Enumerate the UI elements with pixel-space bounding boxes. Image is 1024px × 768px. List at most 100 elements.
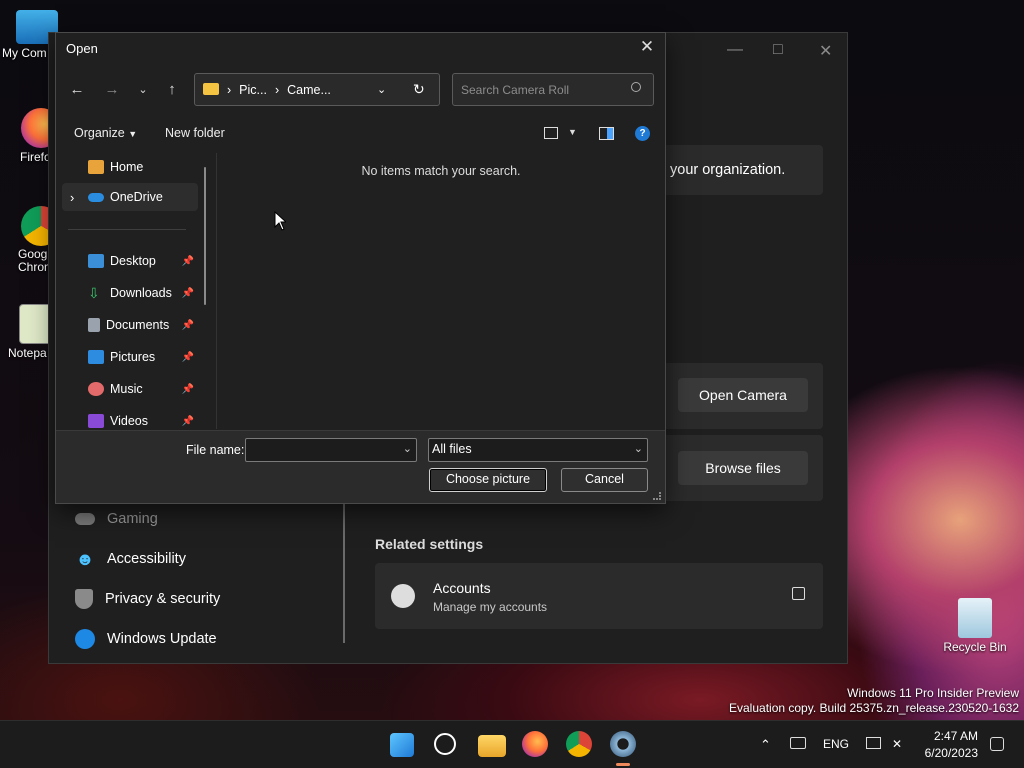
- refresh-icon[interactable]: ↻: [413, 81, 425, 98]
- chevron-right-icon[interactable]: ›: [70, 190, 74, 205]
- desktop-icon-label: Goog Chron: [18, 247, 51, 274]
- accounts-title: Accounts: [433, 580, 491, 596]
- pin-icon[interactable]: 📌: [182, 384, 194, 395]
- pin-icon[interactable]: 📌: [182, 288, 194, 299]
- clock-time[interactable]: 2:47 AM: [930, 729, 978, 743]
- search-icon[interactable]: [434, 733, 456, 755]
- pin-icon[interactable]: 📌: [182, 352, 194, 363]
- nav-item-label: Privacy & security: [105, 591, 221, 607]
- organize-button[interactable]: Organize ▼: [74, 126, 137, 140]
- volume-muted-icon[interactable]: ✕: [892, 737, 902, 751]
- empty-message: No items match your search.: [361, 164, 521, 178]
- cloud-icon: [88, 192, 104, 202]
- pin-icon[interactable]: 📌: [182, 320, 194, 331]
- notification-icon[interactable]: [990, 737, 1004, 751]
- nav-scrollbar[interactable]: [204, 167, 206, 305]
- search-icon: [631, 82, 641, 92]
- tree-item-onedrive[interactable]: › OneDrive: [62, 183, 198, 211]
- search-input[interactable]: Search Camera Roll: [452, 73, 654, 106]
- dialog-footer: File name: ⌄ All files ⌄ Choose picture …: [56, 430, 665, 503]
- pin-icon[interactable]: 📌: [182, 256, 194, 267]
- close-icon[interactable]: ✕: [637, 37, 657, 59]
- file-explorer-icon[interactable]: [478, 735, 506, 757]
- nav-item-accessibility[interactable]: ☻ Accessibility: [75, 549, 186, 569]
- maximize-icon[interactable]: □: [773, 41, 783, 59]
- navigation-pane: Home › OneDrive Desktop 📌 ⇩ Downloads 📌 …: [56, 153, 206, 429]
- taskbar: ⌃ ENG ✕ 2:47 AM 6/20/2023: [0, 720, 1024, 768]
- dialog-title: Open: [66, 41, 98, 56]
- browse-files-button[interactable]: Browse files: [678, 451, 808, 485]
- settings-icon[interactable]: [610, 731, 636, 757]
- tree-item-home[interactable]: Home: [62, 153, 198, 181]
- open-camera-button[interactable]: Open Camera: [678, 378, 808, 412]
- nav-item-gaming[interactable]: Gaming: [75, 511, 158, 527]
- network-icon[interactable]: [790, 737, 806, 749]
- tree-item-desktop[interactable]: Desktop 📌: [62, 247, 198, 275]
- clock-date[interactable]: 6/20/2023: [918, 746, 978, 760]
- accessibility-icon: ☻: [75, 549, 95, 569]
- pictures-icon: [88, 350, 104, 364]
- video-icon: [88, 414, 104, 428]
- tree-item-label: Videos: [110, 414, 148, 428]
- new-folder-button[interactable]: New folder: [165, 126, 225, 140]
- tree-item-documents[interactable]: Documents 📌: [62, 311, 198, 339]
- related-settings-heading: Related settings: [375, 536, 484, 552]
- shield-icon: [75, 589, 93, 609]
- minimize-icon[interactable]: —: [727, 41, 743, 59]
- desktop-icon-recycle-bin[interactable]: Recycle Bin: [940, 598, 1010, 654]
- choose-picture-button[interactable]: Choose picture: [429, 468, 547, 492]
- pane-splitter[interactable]: [216, 153, 217, 429]
- chevron-down-icon[interactable]: ⌄: [377, 83, 386, 96]
- document-icon: [88, 318, 100, 332]
- nav-item-label: Windows Update: [107, 631, 217, 647]
- forward-arrow-icon[interactable]: →: [101, 79, 123, 101]
- preview-pane-icon[interactable]: [599, 127, 614, 140]
- tree-separator: [68, 229, 186, 230]
- chevron-down-icon[interactable]: ⌄: [132, 79, 154, 101]
- language-indicator[interactable]: ENG: [823, 737, 849, 751]
- tree-item-label: Home: [110, 160, 144, 174]
- tree-item-label: OneDrive: [110, 190, 163, 204]
- accounts-card[interactable]: Accounts Manage my accounts: [375, 563, 823, 629]
- help-icon[interactable]: ?: [635, 126, 650, 141]
- nav-item-privacy[interactable]: Privacy & security: [75, 589, 220, 609]
- search-placeholder: Search Camera Roll: [461, 83, 570, 97]
- tree-item-pictures[interactable]: Pictures 📌: [62, 343, 198, 371]
- breadcrumb-item[interactable]: Came...: [287, 83, 331, 97]
- folder-icon: [203, 82, 219, 95]
- mouse-cursor-icon: [274, 211, 286, 231]
- chevron-down-icon: ▼: [128, 129, 138, 139]
- display-icon[interactable]: [866, 737, 881, 749]
- tree-item-music[interactable]: Music 📌: [62, 375, 198, 403]
- resize-grip-icon[interactable]: [653, 492, 661, 500]
- cancel-button[interactable]: Cancel: [561, 468, 648, 492]
- chevron-down-icon[interactable]: ▼: [568, 127, 577, 137]
- file-type-select[interactable]: All files ⌄: [428, 438, 648, 462]
- person-icon: [391, 584, 415, 608]
- organize-label: Organize: [74, 126, 125, 140]
- view-icon[interactable]: [544, 127, 558, 139]
- file-name-label: File name:: [186, 443, 245, 457]
- start-icon[interactable]: [390, 733, 414, 757]
- file-name-input[interactable]: ⌄: [245, 438, 417, 462]
- nav-item-label: Gaming: [107, 511, 158, 527]
- active-app-indicator: [616, 763, 630, 766]
- watermark-line-1: Windows 11 Pro Insider Preview: [847, 686, 1019, 700]
- chrome-icon[interactable]: [566, 731, 592, 757]
- file-type-value: All files: [432, 442, 472, 456]
- close-icon[interactable]: ✕: [819, 41, 832, 61]
- nav-item-windows-update[interactable]: Windows Update: [75, 629, 217, 649]
- tree-item-downloads[interactable]: ⇩ Downloads 📌: [62, 279, 198, 307]
- breadcrumb-item[interactable]: Pic...: [239, 83, 267, 97]
- chevron-down-icon[interactable]: ⌄: [403, 442, 412, 455]
- up-arrow-icon[interactable]: ↑: [161, 79, 183, 101]
- open-file-dialog: Open ✕ ← → ⌄ ↑ › Pic... › Came... ⌄ ↻ Se…: [55, 32, 666, 504]
- firefox-icon[interactable]: [522, 731, 548, 757]
- address-bar[interactable]: › Pic... › Came... ⌄ ↻: [194, 73, 440, 106]
- update-icon: [75, 629, 95, 649]
- chevron-up-icon[interactable]: ⌃: [760, 737, 771, 753]
- pin-icon[interactable]: 📌: [182, 416, 194, 427]
- back-arrow-icon[interactable]: ←: [66, 79, 88, 101]
- tree-item-label: Downloads: [110, 286, 172, 300]
- download-icon: ⇩: [88, 285, 100, 301]
